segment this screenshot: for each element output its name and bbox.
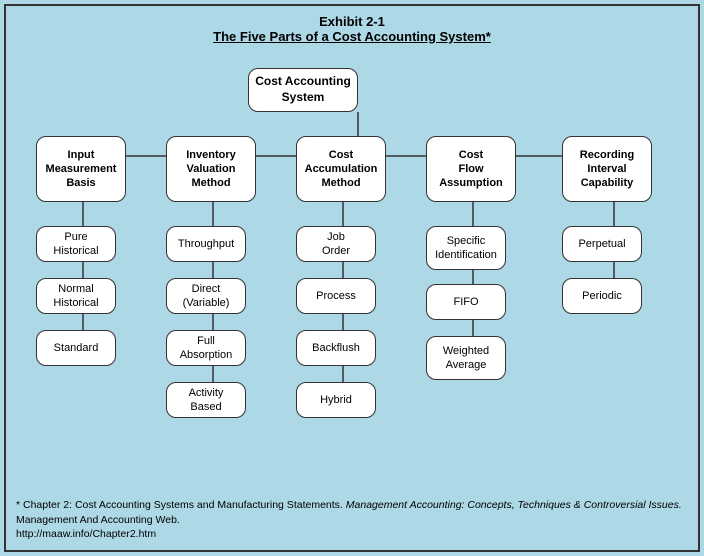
cat-recording: RecordingIntervalCapability — [562, 136, 652, 202]
exhibit-title-line2: The Five Parts of a Cost Accounting Syst… — [6, 29, 698, 44]
child-direct-variable: Direct(Variable) — [166, 278, 246, 314]
footer: * Chapter 2: Cost Accounting Systems and… — [16, 498, 688, 542]
child-periodic: Periodic — [562, 278, 642, 314]
cat-cost-flow: CostFlowAssumption — [426, 136, 516, 202]
child-hybrid: Hybrid — [296, 382, 376, 418]
child-activity-based: ActivityBased — [166, 382, 246, 418]
child-normal-historical: NormalHistorical — [36, 278, 116, 314]
child-pure-historical: PureHistorical — [36, 226, 116, 262]
child-specific-id: SpecificIdentification — [426, 226, 506, 270]
exhibit-title-line1: Exhibit 2-1 — [6, 14, 698, 29]
title-area: Exhibit 2-1 The Five Parts of a Cost Acc… — [6, 6, 698, 48]
child-standard: Standard — [36, 330, 116, 366]
child-perpetual: Perpetual — [562, 226, 642, 262]
cat-input: InputMeasurementBasis — [36, 136, 126, 202]
child-process: Process — [296, 278, 376, 314]
child-full-absorption: FullAbsorption — [166, 330, 246, 366]
root-box: Cost AccountingSystem — [248, 68, 358, 112]
child-weighted-average: WeightedAverage — [426, 336, 506, 380]
outer-border: Exhibit 2-1 The Five Parts of a Cost Acc… — [4, 4, 700, 552]
child-backflush: Backflush — [296, 330, 376, 366]
child-job-order: JobOrder — [296, 226, 376, 262]
child-throughput: Throughput — [166, 226, 246, 262]
footer-text: * Chapter 2: Cost Accounting Systems and… — [16, 499, 682, 540]
child-fifo: FIFO — [426, 284, 506, 320]
cat-cost-accum: CostAccumulationMethod — [296, 136, 386, 202]
cat-inventory: InventoryValuationMethod — [166, 136, 256, 202]
